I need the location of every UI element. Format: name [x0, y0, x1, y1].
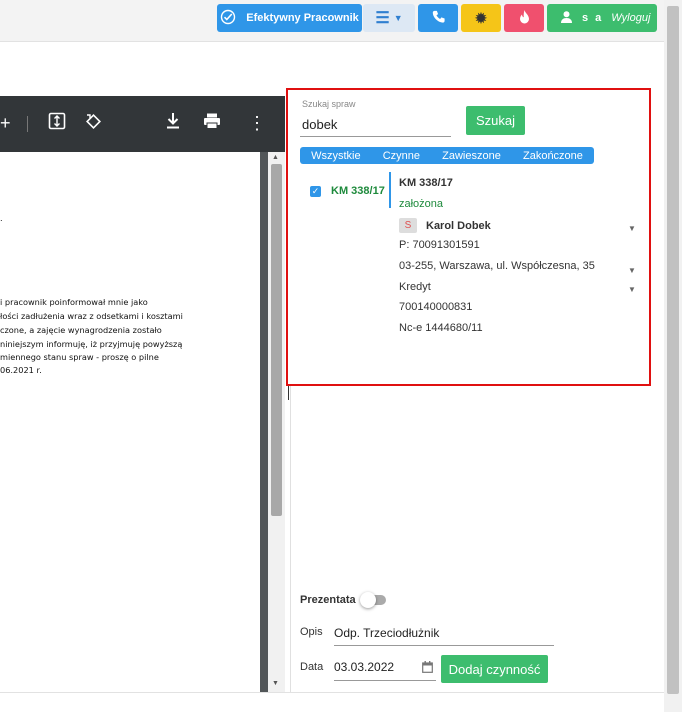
fit-page-icon[interactable]: [48, 112, 66, 135]
chevron-down-icon: ▼: [393, 13, 403, 23]
page-scroll-thumb[interactable]: [667, 6, 679, 694]
person-address: 03-255, Warszawa, ul. Współczesna, 35: [399, 260, 595, 272]
chevron-down-icon[interactable]: ▼: [628, 224, 636, 233]
fire-button[interactable]: [504, 4, 544, 32]
scroll-up-icon[interactable]: ▲: [272, 154, 279, 161]
check-circle-icon: [220, 9, 236, 28]
efektywny-pracownik-label: Efektywny Pracownik: [246, 12, 359, 24]
case-filter-tabs: Wszystkie Czynne Zawieszone Zakończone: [300, 147, 594, 164]
pdf-scroll-thumb[interactable]: [271, 164, 282, 516]
search-input[interactable]: [300, 112, 451, 137]
prezentata-toggle[interactable]: [360, 592, 386, 608]
case-type: Kredyt: [399, 281, 431, 293]
case-status: założona: [399, 198, 444, 210]
case-id-link[interactable]: KM 338/17: [331, 185, 385, 197]
pdf-page: . i pracownik poinformował mnie jako łoś…: [0, 152, 260, 692]
phone-button[interactable]: [418, 4, 458, 32]
top-bar: Efektywny Pracownik ☰ ▼ ✹ s a Wyloguj: [0, 0, 664, 42]
tab-active[interactable]: Czynne: [383, 150, 420, 162]
pdf-scrollbar[interactable]: ▲ ▼: [268, 152, 285, 692]
plus-icon[interactable]: +: [0, 112, 11, 134]
pdf-text-line: miennego stanu spraw - proszę o pilne: [0, 352, 159, 362]
calendar-icon[interactable]: [422, 661, 433, 676]
tab-suspended[interactable]: Zawieszone: [442, 150, 501, 162]
user-logout-button[interactable]: s a Wyloguj: [547, 4, 657, 32]
data-label: Data: [300, 661, 324, 673]
menu-dropdown-button[interactable]: ☰ ▼: [363, 4, 415, 32]
case-reference: Nc-e 1444680/11: [399, 322, 483, 334]
hamburger-icon: ☰: [375, 10, 390, 27]
user-name: s a: [582, 12, 604, 24]
toggle-knob: [360, 592, 376, 608]
pdf-text-line: łości zadłużenia wraz z odsetkami i kosz…: [0, 311, 183, 321]
scroll-down-icon[interactable]: ▼: [272, 680, 279, 687]
tab-all[interactable]: Wszystkie: [311, 150, 361, 162]
efektywny-pracownik-button[interactable]: Efektywny Pracownik: [217, 4, 362, 32]
search-label: Szukaj spraw: [302, 99, 356, 109]
text-cursor: [288, 386, 289, 400]
pdf-text-line: i pracownik poinformował mnie jako: [0, 297, 148, 307]
pdf-toolbar: + ⋮: [0, 96, 285, 152]
person-badge: S: [399, 218, 417, 233]
chevron-down-icon[interactable]: ▼: [628, 285, 636, 294]
date-field[interactable]: 03.03.2022: [334, 656, 436, 681]
more-icon[interactable]: ⋮: [248, 112, 266, 134]
prezentata-label: Prezentata: [300, 594, 356, 606]
case-checkbox[interactable]: ✓: [310, 185, 321, 197]
bottom-strip: [0, 692, 664, 713]
pdf-mark: .: [0, 213, 3, 223]
pdf-text-line: 06.2021 r.: [0, 365, 42, 375]
case-person[interactable]: S Karol Dobek: [399, 218, 491, 233]
download-icon[interactable]: [165, 112, 181, 135]
pdf-text-line: czone, a zajęcie wynagrodzenia zostało: [0, 325, 162, 335]
person-pesel: P: 70091301591: [399, 239, 480, 251]
case-account: 700140000831: [399, 301, 473, 313]
add-activity-button[interactable]: Dodaj czynność: [441, 655, 548, 683]
toolbar-divider: [27, 116, 28, 132]
case-detail-accent: [389, 172, 391, 208]
user-icon: [561, 10, 572, 26]
phone-icon: [432, 10, 445, 26]
tab-finished[interactable]: Zakończone: [523, 150, 583, 162]
settings-button[interactable]: ✹: [461, 4, 501, 32]
pdf-text-line: niniejszym informuję, iż przyjmuję powyż…: [0, 339, 183, 349]
person-name: Karol Dobek: [426, 219, 491, 232]
opis-field[interactable]: Odp. Trzeciodłużnik: [334, 622, 554, 646]
page-scrollbar[interactable]: [664, 0, 682, 712]
case-detail-id: KM 338/17: [399, 177, 453, 189]
search-button[interactable]: Szukaj: [466, 106, 525, 135]
print-icon[interactable]: [203, 112, 221, 135]
opis-label: Opis: [300, 626, 323, 638]
rotate-icon[interactable]: [84, 112, 102, 135]
case-search-panel: Szukaj spraw Szukaj Wszystkie Czynne Zaw…: [286, 88, 651, 386]
fire-icon: [519, 9, 530, 27]
logout-label: Wyloguj: [611, 12, 651, 24]
gear-icon: ✹: [475, 9, 487, 26]
chevron-down-icon[interactable]: ▼: [628, 266, 636, 275]
case-list-item[interactable]: ✓ KM 338/17: [310, 185, 385, 197]
